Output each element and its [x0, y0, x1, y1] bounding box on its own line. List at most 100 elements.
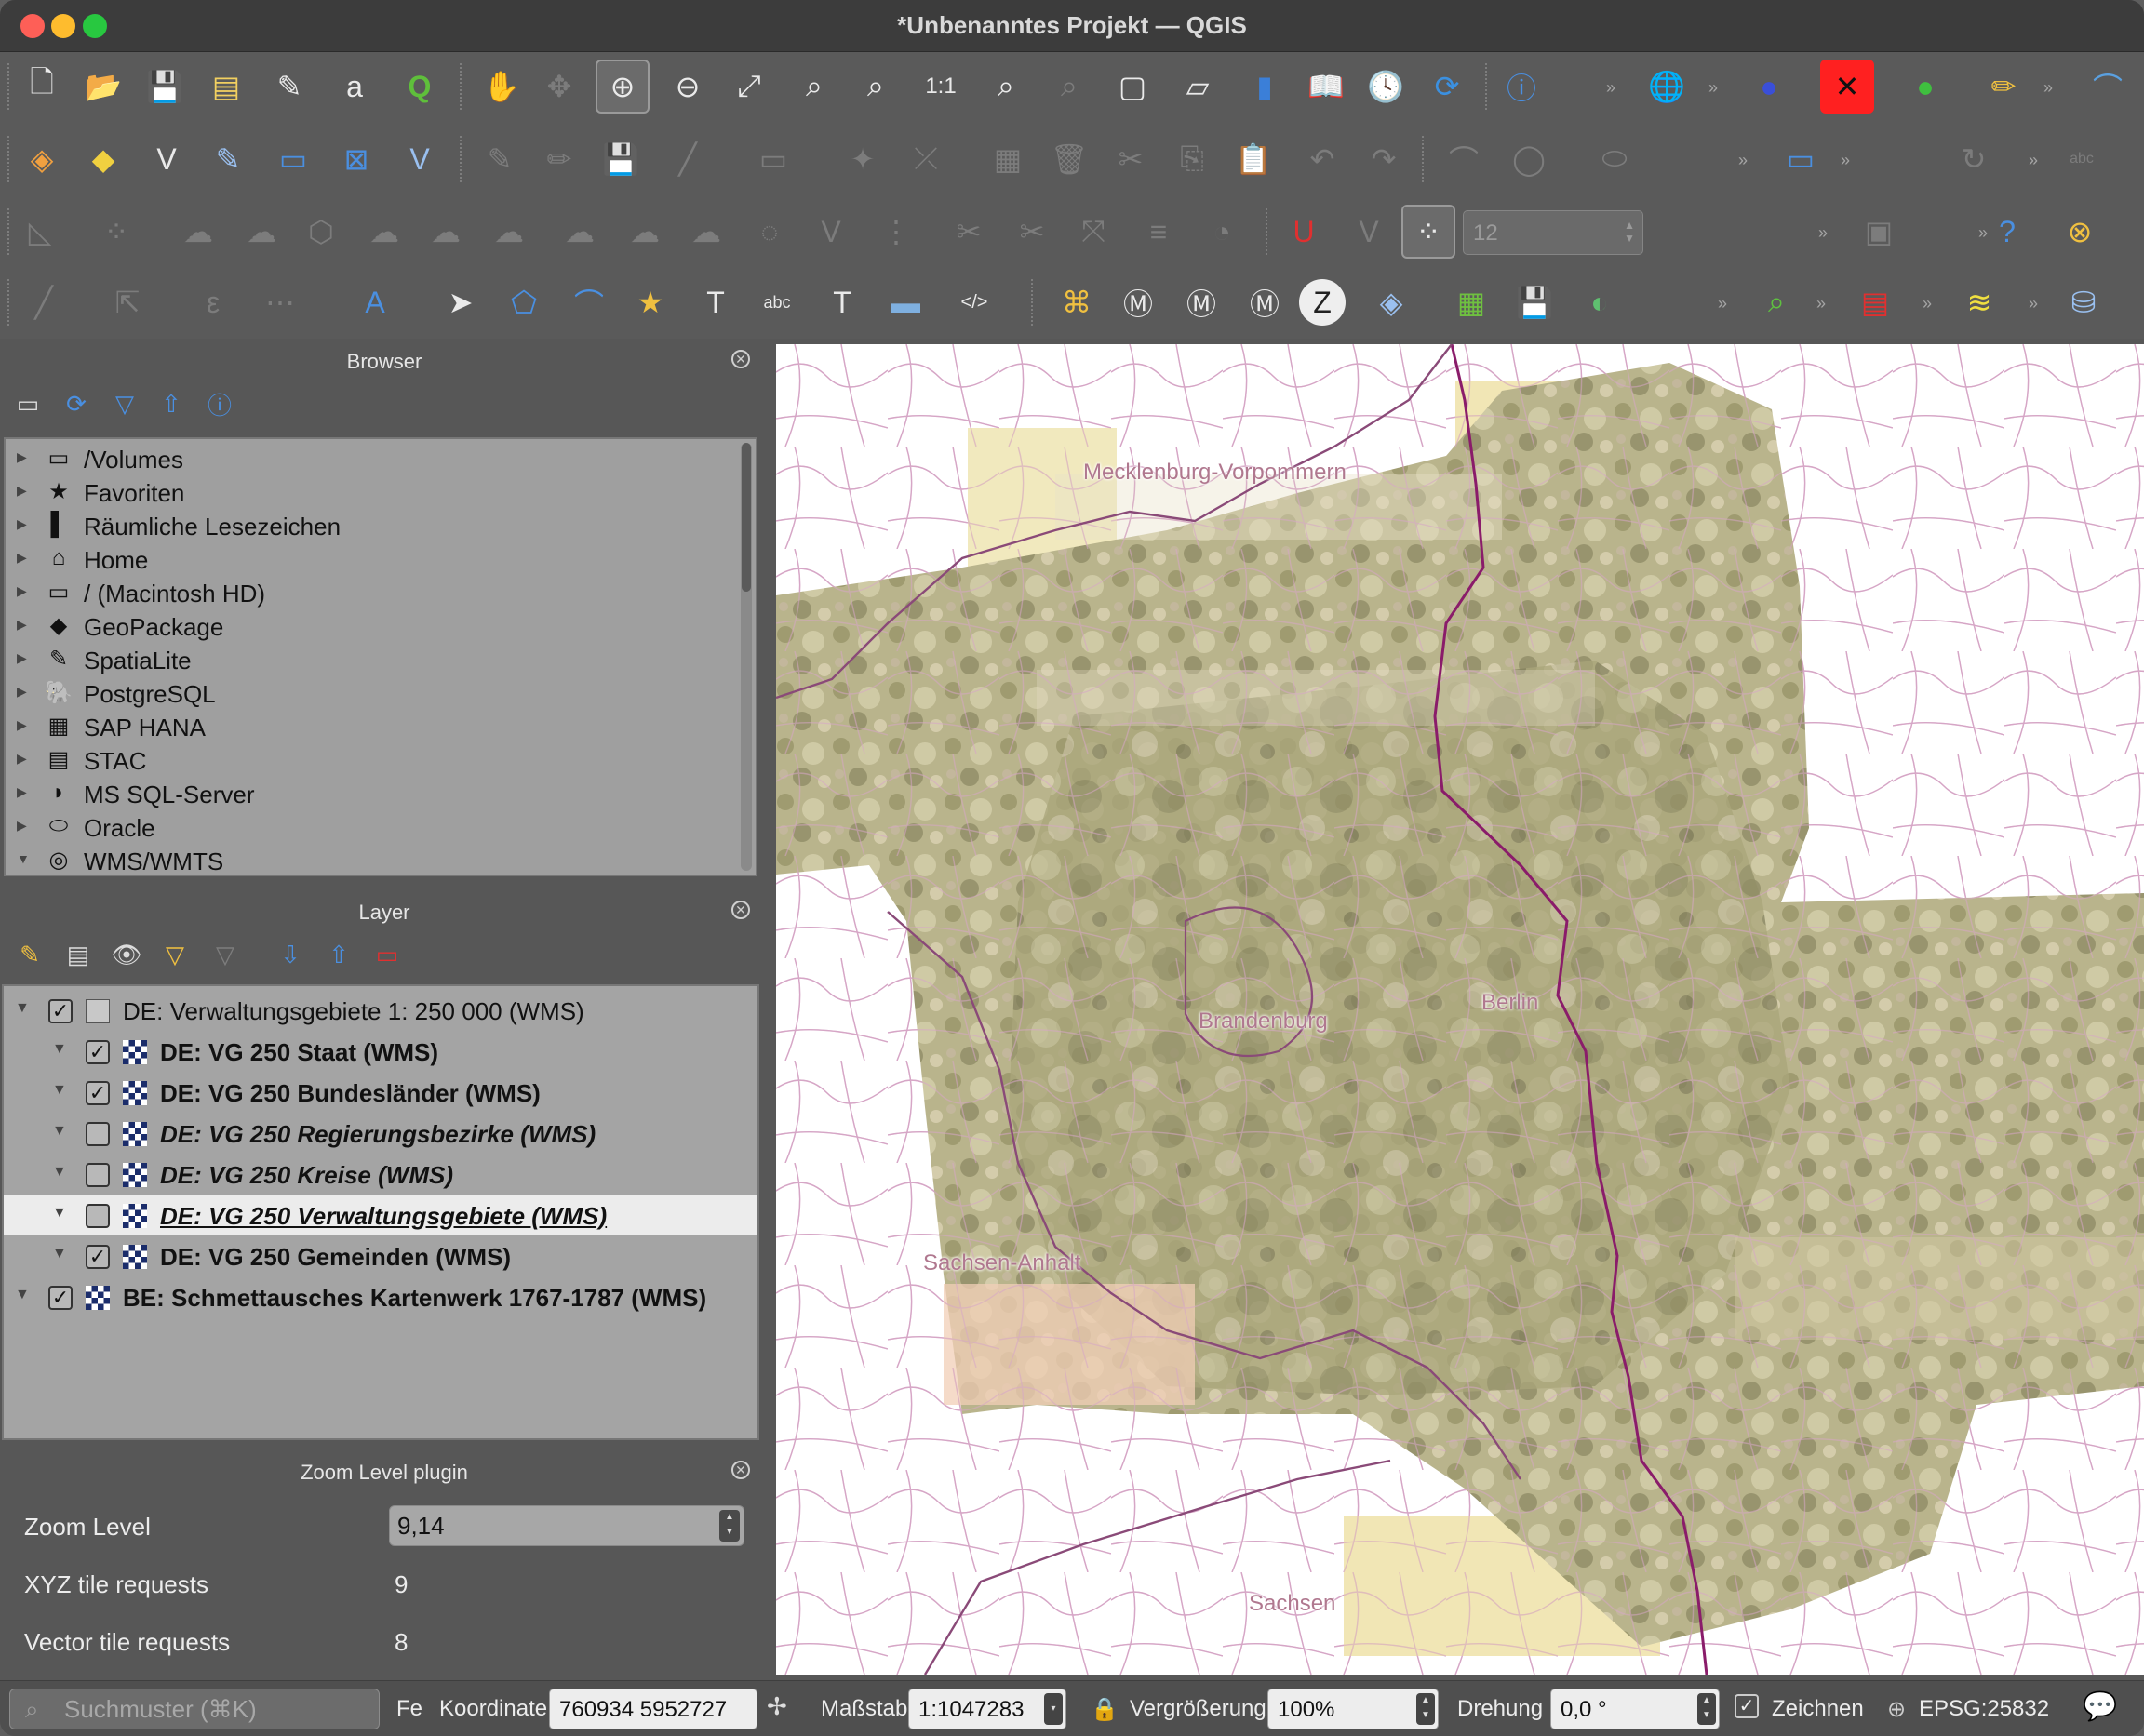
- zoom-to-selection-icon[interactable]: ⌕: [787, 60, 841, 114]
- browser-refresh-icon[interactable]: ⟳: [58, 385, 95, 422]
- add-group-icon[interactable]: ▤: [60, 936, 97, 973]
- text-annotation-icon[interactable]: T: [689, 275, 743, 329]
- layer-item[interactable]: ▼ DE: VG 250 Kreise (WMS): [4, 1154, 757, 1195]
- paste-features-icon[interactable]: 📋: [1226, 132, 1280, 186]
- layer-visibility-checkbox[interactable]: [86, 1122, 110, 1146]
- snapping-magnet-icon[interactable]: U: [1277, 205, 1331, 259]
- select-annotation-icon[interactable]: ➤: [434, 275, 488, 329]
- layer-expand-arrow-icon[interactable]: ▼: [52, 1082, 67, 1099]
- new-3d-view-icon[interactable]: ▱: [1171, 60, 1225, 114]
- massstab-field[interactable]: 1:1047283 ▾: [908, 1689, 1066, 1729]
- delete-ring-icon[interactable]: ☁: [553, 205, 607, 259]
- curve-tool-icon[interactable]: ⌒: [2081, 60, 2135, 114]
- modify-attributes-icon[interactable]: ▦: [981, 132, 1035, 186]
- redo-icon[interactable]: ↷: [1357, 132, 1411, 186]
- pan-icon[interactable]: ✋: [475, 60, 529, 114]
- layer-visibility-checkbox[interactable]: [86, 1204, 110, 1228]
- digitize-line-icon[interactable]: ╱: [661, 132, 715, 186]
- add-wms-layer-icon[interactable]: ◈: [1364, 275, 1418, 329]
- zoom-full-icon[interactable]: ⤢: [722, 60, 776, 114]
- line-annotation-icon[interactable]: ⌒: [562, 275, 616, 329]
- undo-icon[interactable]: ↶: [1295, 132, 1349, 186]
- nextgis-plugin-icon[interactable]: ●: [1742, 60, 1796, 114]
- expand-arrow-icon[interactable]: ▶: [17, 751, 27, 767]
- qgis-logo-icon[interactable]: Q: [393, 60, 447, 114]
- zoom-native-icon[interactable]: 1:1: [914, 60, 968, 114]
- curved-text-annotation-icon[interactable]: abc: [750, 275, 804, 329]
- browser-item[interactable]: ▶ ✎ SpatiaLite: [6, 644, 741, 677]
- layer-item[interactable]: ▼ DE: VG 250 Verwaltungsgebiete (WMS): [4, 1195, 757, 1235]
- layer-expand-arrow-icon[interactable]: ▼: [52, 1123, 67, 1140]
- layer-visibility-checkbox[interactable]: ✓: [86, 1245, 110, 1269]
- metasearch-icon[interactable]: ▤: [1848, 275, 1902, 329]
- layer-styling-icon[interactable]: ≋: [1952, 275, 2006, 329]
- layer-visibility-checkbox[interactable]: ✓: [86, 1040, 110, 1064]
- reshape-feature-icon[interactable]: ☁: [679, 205, 733, 259]
- locator-search-input[interactable]: ⌕ Suchmuster (⌘K): [9, 1689, 380, 1729]
- zoom-last-icon[interactable]: ⌕: [979, 60, 1033, 114]
- label-toolbar-icon[interactable]: ▭: [1774, 132, 1828, 186]
- filter-expression-icon[interactable]: ▽: [207, 936, 244, 973]
- layer-close-icon[interactable]: ✕: [731, 901, 750, 919]
- layer-item[interactable]: ▼ ✓ DE: Verwaltungsgebiete 1: 250 000 (WMS…: [4, 990, 757, 1031]
- remove-layer-icon[interactable]: ▭: [368, 936, 406, 973]
- cut-features-icon[interactable]: ✂: [1104, 132, 1158, 186]
- digitize-ellipse-icon[interactable]: ⬭: [1588, 132, 1642, 186]
- picture-annotation-icon[interactable]: ▬: [878, 275, 932, 329]
- open-project-icon[interactable]: 📂: [76, 60, 130, 114]
- open-styling-icon[interactable]: ✎: [11, 936, 48, 973]
- expanded-arrow-icon[interactable]: ▼: [17, 851, 30, 866]
- move-feature-icon[interactable]: ⁘: [89, 205, 143, 259]
- crs-button[interactable]: EPSG:25832: [1919, 1696, 2049, 1722]
- browser-item[interactable]: ▶ ◗ MS SQL-Server: [6, 778, 741, 811]
- mouse-icon[interactable]: ✢: [767, 1692, 787, 1721]
- layer-item[interactable]: ▼ ✓ DE: VG 250 Bundesländer (WMS): [4, 1072, 757, 1113]
- simplify-feature-icon[interactable]: ⬡: [294, 205, 348, 259]
- new-map-view-icon[interactable]: ▢: [1106, 60, 1159, 114]
- label-style-icon[interactable]: A: [348, 275, 402, 329]
- show-bookmarks-icon[interactable]: 📖: [1299, 60, 1353, 114]
- zoom-out-icon[interactable]: ⊖: [661, 60, 715, 114]
- expression-icon[interactable]: ε: [186, 275, 240, 329]
- merge-features-icon[interactable]: ⤧: [1066, 205, 1120, 259]
- reverse-line-icon[interactable]: V: [804, 205, 858, 259]
- adv-digitize-icon[interactable]: ◺: [13, 205, 67, 259]
- save-edits-icon[interactable]: 💾: [594, 132, 648, 186]
- vector-tiles-icon[interactable]: ◐: [1573, 275, 1627, 329]
- vertex-tool-2-icon[interactable]: ⤫: [899, 132, 953, 186]
- layer-expand-arrow-icon[interactable]: ▼: [15, 1287, 30, 1303]
- fill-ring-icon[interactable]: ☁: [482, 205, 536, 259]
- browser-item[interactable]: ▶ ▭ /Volumes: [6, 443, 741, 476]
- expand-arrow-icon[interactable]: ▶: [17, 516, 27, 532]
- browser-item[interactable]: ▼ ◎ WMS/WMTS: [6, 845, 741, 878]
- split-features-icon[interactable]: ✂: [942, 205, 996, 259]
- browser-properties-icon[interactable]: ⓘ: [201, 385, 238, 422]
- drehung-stepper[interactable]: ▲ ▼: [1697, 1693, 1716, 1725]
- identify-icon[interactable]: ⓘ: [1494, 60, 1548, 114]
- db-manager-icon[interactable]: ⛁: [2057, 275, 2110, 329]
- add-selected-layers-icon[interactable]: ▭: [9, 385, 47, 422]
- browser-close-icon[interactable]: ✕: [731, 350, 750, 368]
- rotate-point-symbols-icon[interactable]: ◔: [1195, 205, 1249, 259]
- vergroesserung-field[interactable]: 100% ▲ ▼: [1267, 1689, 1439, 1729]
- browser-item[interactable]: ▶ ⬭ Oracle: [6, 811, 741, 845]
- layer-filter-icon[interactable]: ▽: [156, 936, 194, 973]
- snap-settings-icon[interactable]: ⊗: [2053, 205, 2107, 259]
- browser-item[interactable]: ▶ ▦ SAP HANA: [6, 711, 741, 744]
- close-red-icon[interactable]: ✕: [1820, 60, 1874, 114]
- layer-visibility-checkbox[interactable]: ✓: [86, 1081, 110, 1105]
- crs-globe-icon[interactable]: ⊕: [1887, 1696, 1906, 1723]
- marker-annotation-icon[interactable]: ★: [623, 275, 677, 329]
- drehung-field[interactable]: 0,0 ° ▲ ▼: [1550, 1689, 1720, 1729]
- new-project-icon[interactable]: 🗋: [15, 60, 69, 114]
- copy-features-icon[interactable]: ⎘: [1165, 132, 1219, 186]
- layer-visibility-checkbox[interactable]: [86, 1163, 110, 1187]
- lock-scale-icon[interactable]: 🔒: [1091, 1696, 1119, 1723]
- browser-scrollbar[interactable]: [741, 443, 752, 871]
- expand-arrow-icon[interactable]: ▶: [17, 483, 27, 499]
- browser-item[interactable]: ▶ 🐘 PostgreSQL: [6, 677, 741, 711]
- expand-arrow-icon[interactable]: ▶: [17, 583, 27, 599]
- layout-manager-icon[interactable]: ✎: [262, 60, 316, 114]
- trim-extend-icon[interactable]: ⋮: [869, 205, 923, 259]
- messages-icon[interactable]: 💬: [2083, 1690, 2117, 1723]
